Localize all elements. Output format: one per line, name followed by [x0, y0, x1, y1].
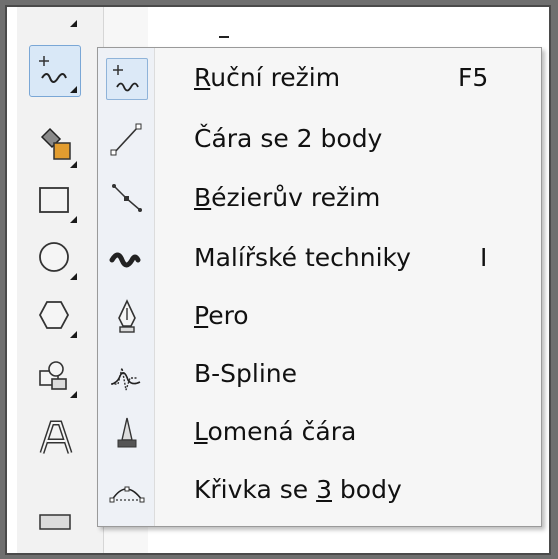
menu-item-pen[interactable]: Pero	[98, 288, 541, 346]
app-window: Ruční režim F5 Čára se 2 body Bézierův r…	[5, 5, 551, 555]
table-tool[interactable]	[29, 492, 81, 544]
pen-icon	[106, 296, 148, 338]
polyline-icon	[106, 412, 148, 454]
toolbox	[17, 7, 104, 553]
curve-tools-menu: Ruční režim F5 Čára se 2 body Bézierův r…	[97, 47, 542, 527]
artistic-media-icon	[106, 238, 148, 280]
menu-item-label: Křivka se 3 body	[194, 475, 402, 504]
menu-item-artistic-media[interactable]: Malířské techniky I	[98, 230, 541, 288]
menu-item-bspline[interactable]: B-Spline	[98, 346, 541, 404]
menu-item-bezier[interactable]: Bézierův režim	[98, 170, 541, 228]
polygon-tool[interactable]	[29, 290, 81, 342]
freehand-tool[interactable]	[29, 45, 81, 97]
menu-item-label: Ruční režim	[194, 63, 341, 92]
menu-item-label: Bézierův režim	[194, 183, 381, 212]
ellipse-tool[interactable]	[29, 232, 81, 284]
menu-item-label: Pero	[194, 301, 249, 330]
rectangle-tool[interactable]	[29, 175, 81, 227]
menu-item-two-point-line[interactable]: Čára se 2 body	[98, 111, 541, 169]
basic-shapes-tool[interactable]	[29, 350, 81, 402]
menu-item-shortcut: I	[480, 243, 488, 272]
three-point-curve-icon	[106, 470, 148, 512]
text-tool[interactable]	[29, 412, 81, 464]
text-icon	[39, 420, 73, 454]
menu-item-three-point-curve[interactable]: Křivka se 3 body	[98, 462, 541, 520]
menu-item-label: Lomená čára	[194, 417, 357, 446]
pick-tool[interactable]	[29, 7, 81, 31]
freehand-icon	[106, 58, 148, 100]
menu-item-polyline[interactable]: Lomená čára	[98, 404, 541, 462]
menu-item-label: B-Spline	[194, 359, 298, 388]
menu-item-shortcut: F5	[458, 63, 489, 92]
menu-item-label: Čára se 2 body	[194, 124, 383, 153]
bezier-icon	[106, 178, 148, 220]
table-icon	[39, 514, 71, 530]
bspline-icon	[106, 354, 148, 396]
partial-icon	[219, 36, 229, 38]
two-point-line-icon	[106, 119, 148, 161]
menu-item-freehand[interactable]: Ruční režim F5	[98, 50, 541, 108]
smart-fill-tool[interactable]	[29, 120, 81, 172]
menu-item-label: Malířské techniky	[194, 243, 411, 272]
